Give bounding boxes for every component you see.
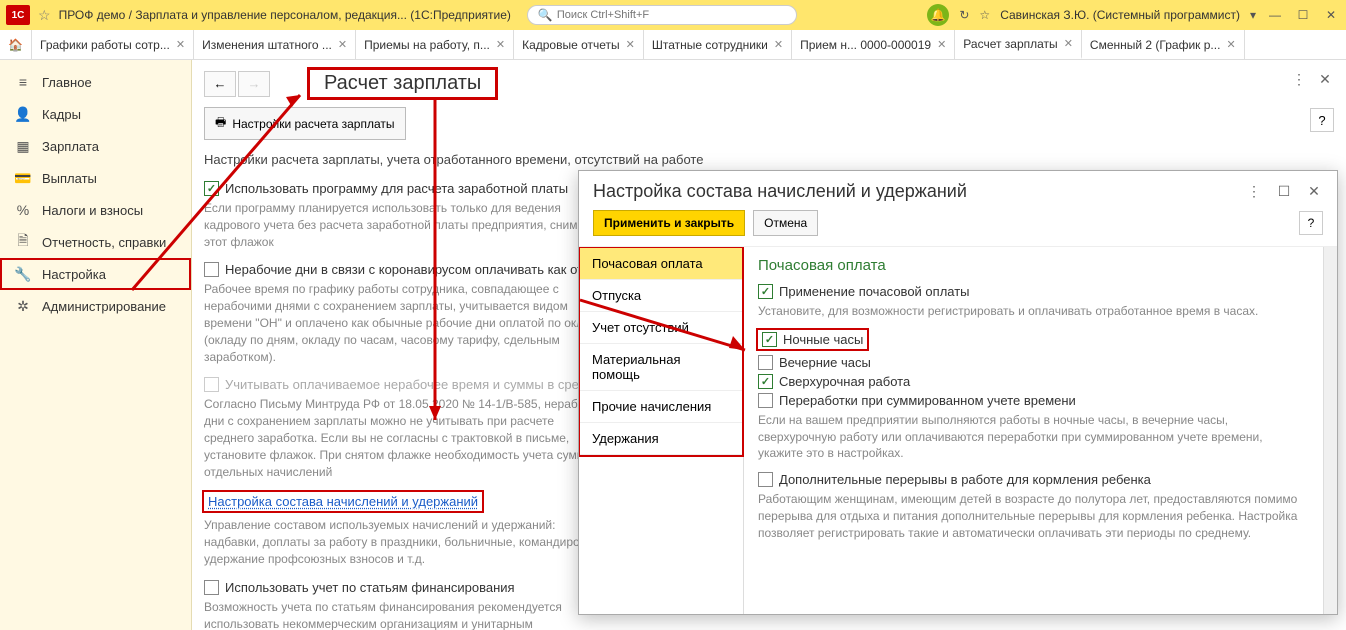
dialog-close-icon[interactable]: ✕: [1305, 183, 1323, 201]
help-text: Если программу планируется использовать …: [204, 200, 604, 250]
sidebar-item-calc[interactable]: ▦Зарплата: [0, 130, 191, 162]
tab-close-icon[interactable]: ✕: [338, 38, 347, 51]
accruals-link[interactable]: Настройка состава начислений и удержаний: [208, 494, 478, 509]
history-icon[interactable]: ↻: [959, 8, 969, 22]
help-text: Работающим женщинам, имеющим детей в воз…: [758, 491, 1309, 541]
app-logo: 1C: [6, 5, 30, 25]
help-text: Возможность учета по статьям финансирова…: [204, 599, 604, 630]
wrench-icon: 🔧: [14, 265, 32, 283]
wallet-icon: 💳: [14, 169, 32, 187]
search-icon: 🔍: [538, 8, 553, 22]
dialog-nav-item-1[interactable]: Отпуска: [580, 280, 742, 312]
more-icon[interactable]: ⋮: [1290, 70, 1308, 88]
tab-close-icon[interactable]: ✕: [774, 38, 783, 51]
sidebar-item-wallet[interactable]: 💳Выплаты: [0, 162, 191, 194]
tab-3[interactable]: Кадровые отчеты✕: [514, 30, 644, 59]
page-subtitle: Настройки расчета зарплаты, учета отрабо…: [204, 152, 1334, 167]
checkbox-overwork-sum[interactable]: Переработки при суммированном учете врем…: [758, 393, 1309, 408]
settings-button[interactable]: 🖶 Настройки расчета зарплаты: [204, 107, 406, 140]
dialog-title: Настройка состава начислений и удержаний: [593, 181, 1233, 202]
sidebar-item-percent[interactable]: %Налоги и взносы: [0, 194, 191, 226]
night-hours-highlight: Ночные часы: [758, 330, 867, 349]
bell-icon[interactable]: 🔔: [927, 4, 949, 26]
checkbox-hourly-pay[interactable]: Применение почасовой оплаты: [758, 284, 1309, 299]
help-text: Если на вашем предприятии выполняются ра…: [758, 412, 1309, 462]
window-title: ПРОФ демо / Зарплата и управление персон…: [59, 8, 511, 22]
gear-icon: ✲: [14, 297, 32, 315]
sidebar-item-gear[interactable]: ✲Администрирование: [0, 290, 191, 322]
search-input[interactable]: [557, 9, 786, 21]
tabbar: 🏠 Графики работы сотр...✕Изменения штатн…: [0, 30, 1346, 60]
tab-0[interactable]: Графики работы сотр...✕: [32, 30, 194, 59]
dialog-nav-item-0[interactable]: Почасовая оплата: [580, 248, 742, 280]
help-text: Управление составом используемых начисле…: [204, 517, 604, 567]
maximize-icon[interactable]: ☐: [1294, 6, 1312, 24]
sidebar: ≡Главное👤Кадры▦Зарплата💳Выплаты%Налоги и…: [0, 60, 192, 630]
tab-5[interactable]: Прием н... 0000-000019✕: [792, 30, 955, 59]
menu-icon: ≡: [14, 73, 32, 91]
close-icon[interactable]: ✕: [1322, 6, 1340, 24]
tab-7[interactable]: Сменный 2 (График р...✕: [1082, 30, 1245, 59]
star-icon[interactable]: ☆: [38, 7, 51, 24]
dialog-nav-item-4[interactable]: Прочие начисления: [580, 391, 742, 423]
close-page-icon[interactable]: ✕: [1316, 70, 1334, 88]
panel-title: Почасовая оплата: [758, 257, 1309, 274]
page-title-highlight: Расчет зарплаты: [310, 70, 495, 97]
tab-close-icon[interactable]: ✕: [496, 38, 505, 51]
sidebar-item-menu[interactable]: ≡Главное: [0, 66, 191, 98]
minimize-icon[interactable]: —: [1266, 6, 1284, 24]
tab-2[interactable]: Приемы на работу, п...✕: [356, 30, 514, 59]
home-tab[interactable]: 🏠: [0, 30, 32, 59]
tab-close-icon[interactable]: ✕: [1064, 37, 1073, 50]
dialog-nav-item-3[interactable]: Материальная помощь: [580, 344, 742, 391]
checkbox-feeding-breaks[interactable]: Дополнительные перерывы в работе для кор…: [758, 472, 1309, 487]
dialog-more-icon[interactable]: ⋮: [1245, 183, 1263, 201]
help-button[interactable]: ?: [1310, 108, 1334, 132]
apply-close-button[interactable]: Применить и закрыть: [593, 210, 745, 236]
dialog-accruals: Настройка состава начислений и удержаний…: [578, 170, 1338, 615]
percent-icon: %: [14, 201, 32, 219]
report-icon: 🗎: [14, 233, 32, 251]
accruals-link-highlight: Настройка состава начислений и удержаний: [204, 492, 482, 511]
user-label[interactable]: Савинская З.Ю. (Системный программист): [1000, 8, 1240, 22]
sidebar-item-user[interactable]: 👤Кадры: [0, 98, 191, 130]
sidebar-item-report[interactable]: 🗎Отчетность, справки: [0, 226, 191, 258]
dialog-window-icon[interactable]: ☐: [1275, 183, 1293, 201]
tab-1[interactable]: Изменения штатного ...✕: [194, 30, 356, 59]
checkbox-overtime[interactable]: Сверхурочная работа: [758, 374, 1309, 389]
dialog-nav-item-5[interactable]: Удержания: [580, 423, 742, 455]
tab-4[interactable]: Штатные сотрудники✕: [644, 30, 792, 59]
sidebar-item-wrench[interactable]: 🔧Настройка: [0, 258, 191, 290]
dialog-help-button[interactable]: ?: [1299, 211, 1323, 235]
cancel-button[interactable]: Отмена: [753, 210, 818, 236]
dialog-panel: Почасовая оплата Применение почасовой оп…: [744, 247, 1323, 614]
user-icon: 👤: [14, 105, 32, 123]
tab-6[interactable]: Расчет зарплаты✕: [955, 30, 1082, 59]
forward-button[interactable]: →: [238, 71, 270, 97]
back-button[interactable]: ←: [204, 71, 236, 97]
help-text: Установите, для возможности регистрирова…: [758, 303, 1309, 320]
calc-icon: ▦: [14, 137, 32, 155]
tab-close-icon[interactable]: ✕: [626, 38, 635, 51]
dialog-scrollbar[interactable]: [1323, 247, 1337, 614]
user-dropdown-icon[interactable]: ▾: [1250, 8, 1256, 22]
tab-close-icon[interactable]: ✕: [937, 38, 946, 51]
tab-close-icon[interactable]: ✕: [1226, 38, 1235, 51]
help-text: Рабочее время по графику работы сотрудни…: [204, 281, 604, 365]
page-title: Расчет зарплаты: [316, 70, 489, 96]
tab-close-icon[interactable]: ✕: [176, 38, 185, 51]
checkbox-evening-hours[interactable]: Вечерние часы: [758, 355, 1309, 370]
dialog-nav: Почасовая оплатаОтпускаУчет отсутствийМа…: [579, 247, 744, 614]
print-icon: 🖶: [215, 113, 226, 134]
search-box[interactable]: 🔍: [527, 5, 797, 25]
checkbox-night-hours[interactable]: Ночные часы: [762, 332, 863, 347]
titlebar: 1C ☆ ПРОФ демо / Зарплата и управление п…: [0, 0, 1346, 30]
dialog-nav-item-2[interactable]: Учет отсутствий: [580, 312, 742, 344]
help-text: Согласно Письму Минтруда РФ от 18.05.202…: [204, 396, 604, 480]
favorite-icon[interactable]: ☆: [979, 8, 990, 22]
